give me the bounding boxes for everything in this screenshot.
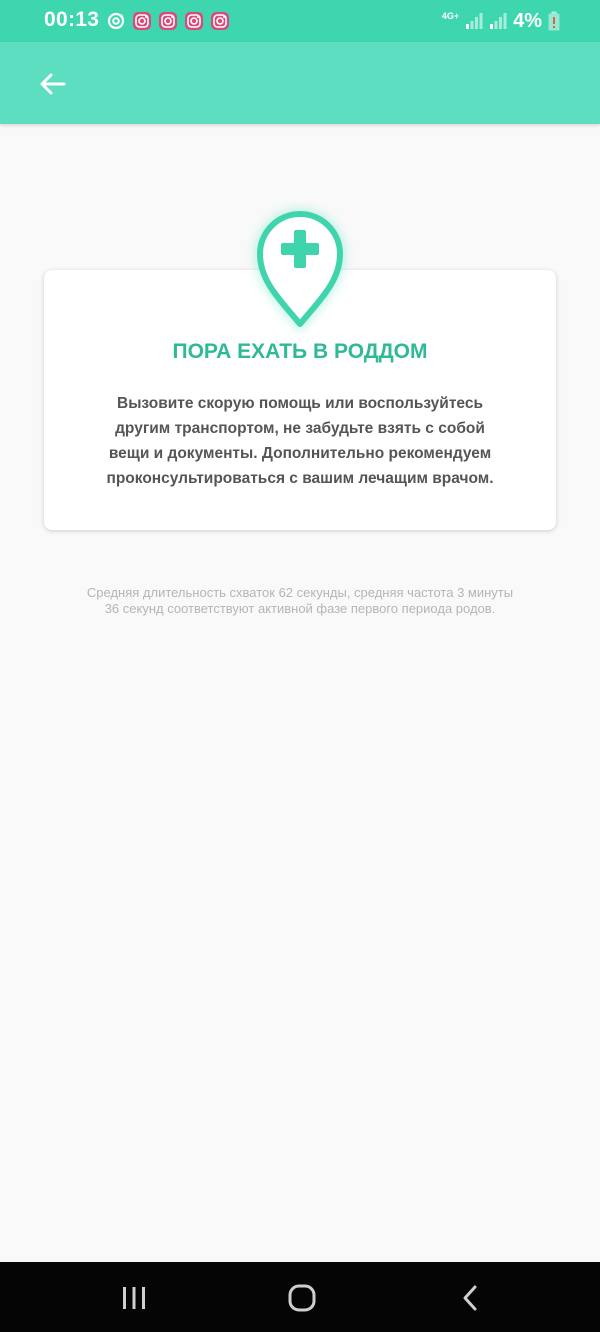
instagram-icon bbox=[133, 12, 151, 30]
instagram-icon bbox=[211, 12, 229, 30]
arrow-back-icon bbox=[40, 73, 66, 95]
system-nav-bar bbox=[0, 1262, 600, 1332]
network-type: 4G+ bbox=[441, 10, 460, 21]
app-bar bbox=[0, 42, 600, 124]
sync-icon bbox=[107, 12, 125, 30]
instagram-icon bbox=[159, 12, 177, 30]
status-time: 00:13 bbox=[44, 8, 100, 31]
status-bar: 00:13 4G+ 4% bbox=[0, 0, 600, 42]
signal-icon bbox=[466, 13, 483, 29]
recent-apps-icon bbox=[123, 1287, 145, 1309]
card-body-line: вещи и документы. Дополнительно рекоменд… bbox=[108, 445, 492, 462]
card-body: Вызовите скорую помощь или воспользуйтес… bbox=[80, 391, 520, 491]
card-title: ПОРА ЕХАТЬ В РОДДОМ bbox=[172, 340, 428, 363]
card-body-line: другим транспортом, не забудьте взять с … bbox=[115, 420, 485, 437]
notification-icons bbox=[106, 10, 230, 32]
note-line: Средняя длительность схваток 62 секунды,… bbox=[86, 585, 514, 600]
signal-icon bbox=[490, 13, 507, 29]
battery-icon bbox=[548, 11, 560, 31]
home-button[interactable] bbox=[282, 1278, 322, 1318]
home-icon bbox=[288, 1284, 316, 1312]
nav-back-button[interactable] bbox=[450, 1278, 490, 1318]
recent-apps-button[interactable] bbox=[114, 1278, 154, 1318]
instagram-icon bbox=[185, 12, 203, 30]
status-right: 4G+ 4% bbox=[442, 8, 560, 34]
hospital-pin-icon bbox=[254, 209, 346, 332]
card-body-line: Вызовите скорую помощь или воспользуйтес… bbox=[117, 395, 483, 412]
card-body-line: проконсультироваться с вашим лечащим вра… bbox=[106, 470, 494, 487]
back-icon bbox=[463, 1285, 477, 1311]
contraction-info-note: Средняя длительность схваток 62 секунды,… bbox=[60, 585, 540, 617]
note-line: 36 секунд соответствуют активной фазе пе… bbox=[104, 601, 496, 616]
back-button[interactable] bbox=[30, 64, 74, 104]
battery-percent: 4% bbox=[513, 9, 542, 32]
